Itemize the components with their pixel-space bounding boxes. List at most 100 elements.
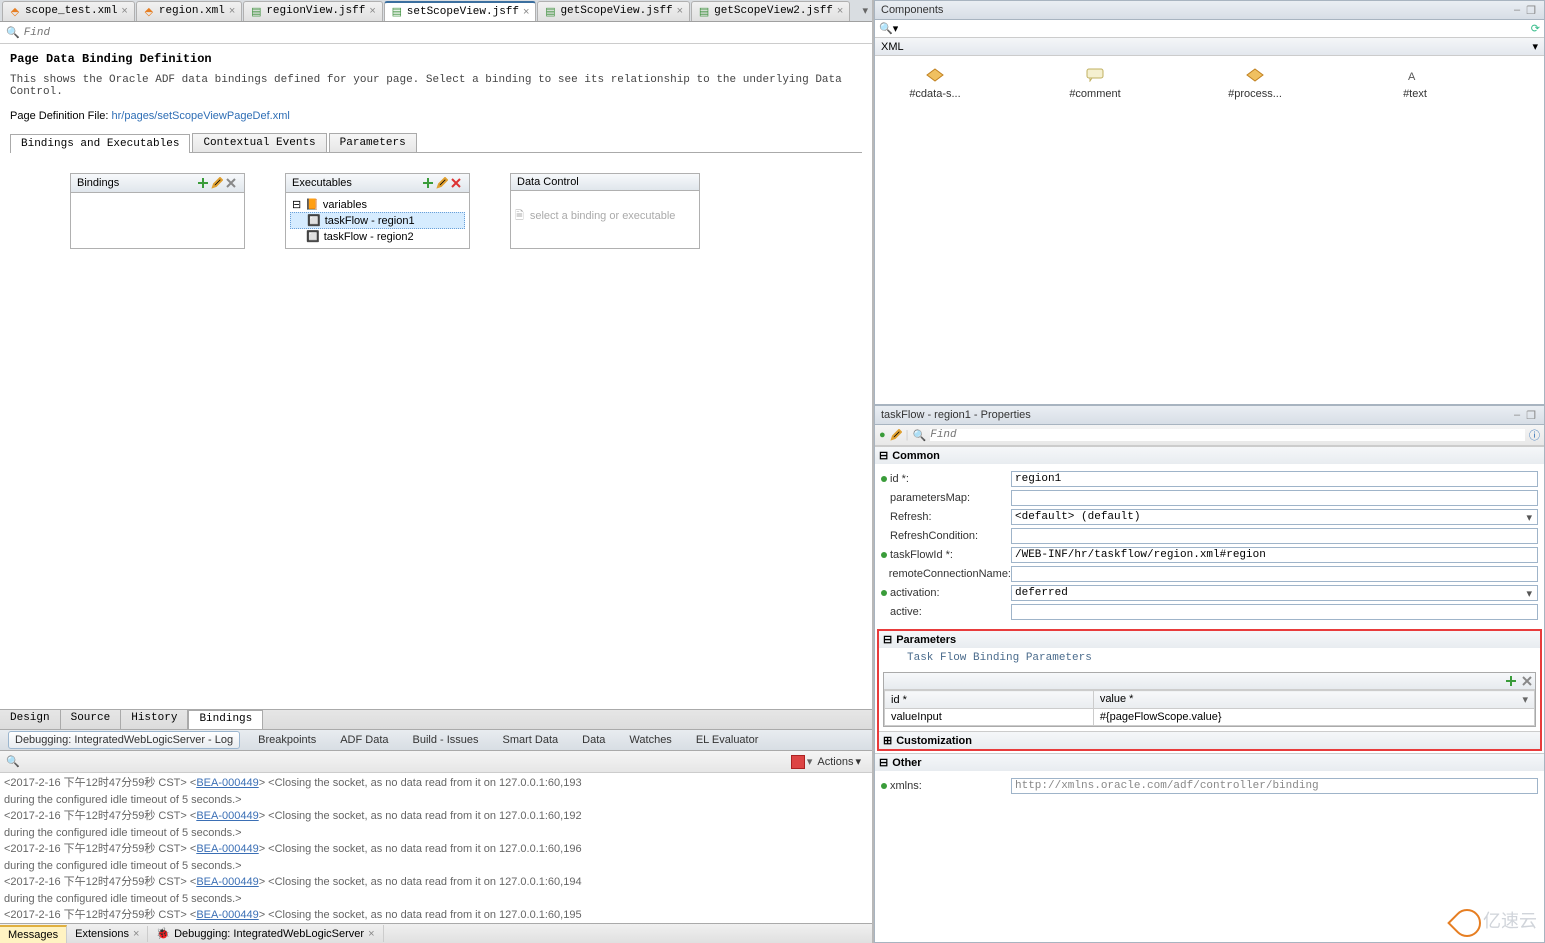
log-code-link[interactable]: BEA-000449 [196,843,258,855]
delete-icon[interactable] [1521,675,1533,687]
restore-icon[interactable]: ❐ [1524,408,1538,422]
find-input[interactable] [24,27,866,39]
log-code-link[interactable]: BEA-000449 [196,876,258,888]
editor-tab[interactable]: ⬘scope_test.xml× [2,1,135,21]
editor-tab[interactable]: ▤getScopeView.jsff× [537,1,690,21]
col-value[interactable]: value *▾ [1093,691,1534,709]
bottom-tab[interactable]: History [121,710,188,729]
param-id[interactable]: valueInput [885,709,1094,726]
component-item[interactable]: #process... [1215,66,1295,394]
inner-tabs: Bindings and ExecutablesContextual Event… [10,133,862,153]
inner-tab[interactable]: Parameters [329,133,417,152]
close-icon[interactable]: × [837,5,843,17]
tab-list-icon[interactable]: ▾ [862,4,868,17]
component-item[interactable]: #comment [1055,66,1135,394]
minimize-icon[interactable]: – [1510,408,1524,422]
bottom-tab[interactable]: Bindings [188,710,263,729]
bottom-tab[interactable]: Design [0,710,61,729]
debug-tab[interactable]: Build - Issues [407,732,485,748]
editor-tab[interactable]: ⬘region.xml× [136,1,242,21]
executable-item[interactable]: 🔲taskFlow - region1 [290,212,465,229]
pmap-field[interactable] [1011,490,1538,506]
component-item[interactable]: #cdata-s... [895,66,975,394]
parameters-table[interactable]: id * value *▾ valueInput#{pageFlowScope.… [884,690,1535,726]
status-tab[interactable]: Messages [0,925,67,943]
active-field[interactable] [1011,604,1538,620]
edit-icon[interactable] [210,176,224,190]
data-control-panel: Data Control 🗎 select a binding or execu… [510,173,700,249]
section-customization[interactable]: ⊞Customization [879,731,1540,749]
bindings-panel: Bindings [70,173,245,249]
close-icon[interactable]: × [229,5,235,17]
table-row[interactable]: valueInput#{pageFlowScope.value} [885,709,1535,726]
tree-toggle-icon[interactable]: ⊟ [292,198,301,211]
rcn-label: remoteConnectionName: [889,568,1011,580]
close-icon[interactable]: × [368,928,374,940]
inner-tab[interactable]: Contextual Events [192,133,326,152]
actions-menu[interactable]: Actions ▾ [812,753,866,770]
components-category[interactable]: XML [881,41,904,53]
debug-tab[interactable]: EL Evaluator [690,732,765,748]
close-icon[interactable]: × [523,6,529,18]
log-code-link[interactable]: BEA-000449 [196,810,258,822]
param-value[interactable]: #{pageFlowScope.value} [1093,709,1534,726]
executable-item[interactable]: 🔲taskFlow - region2 [290,229,465,244]
log-code-link[interactable]: BEA-000449 [196,909,258,921]
xmlns-field[interactable] [1011,778,1538,794]
section-common[interactable]: ⊟Common [875,447,1544,464]
log-code-link[interactable]: BEA-000449 [196,777,258,789]
log-search-input[interactable] [20,756,783,768]
page-def-link[interactable]: hr/pages/setScopeViewPageDef.xml [112,110,290,122]
item-label: taskFlow - region1 [325,215,415,227]
chevron-down-icon[interactable]: ▾ [1532,40,1538,53]
close-icon[interactable]: × [133,928,139,940]
refresh-select[interactable] [1011,509,1538,525]
rcond-field[interactable] [1011,528,1538,544]
rcn-field[interactable] [1011,566,1538,582]
section-parameters[interactable]: ⊟Parameters [879,631,1540,648]
components-search[interactable] [898,23,1531,35]
debug-tab[interactable]: Data [576,732,611,748]
add-icon[interactable] [421,176,435,190]
status-tab[interactable]: 🐞Debugging: IntegratedWebLogicServer× [148,925,383,942]
debug-tab[interactable]: Watches [623,732,677,748]
close-icon[interactable]: × [121,5,127,17]
chevron-down-icon[interactable]: ▾ [1522,693,1528,706]
section-other[interactable]: ⊟Other [875,754,1544,771]
close-icon[interactable]: × [369,5,375,17]
delete-icon[interactable] [449,176,463,190]
component-item[interactable]: A#text [1375,66,1455,394]
bottom-tab[interactable]: Source [61,710,122,729]
restore-icon[interactable]: ❐ [1524,3,1538,17]
component-label: #text [1403,88,1427,100]
debug-tab[interactable]: Breakpoints [252,732,322,748]
log-output[interactable]: <2017-2-16 下午12时47分59秒 CST> <BEA-000449>… [0,773,872,923]
debug-tab[interactable]: Smart Data [497,732,565,748]
close-icon[interactable]: × [677,5,683,17]
tfid-field[interactable] [1011,547,1538,563]
editor-tab[interactable]: ▤regionView.jsff× [243,1,382,21]
executable-item[interactable]: ⊟📙variables [290,197,465,212]
debug-tab[interactable]: Debugging: IntegratedWebLogicServer - Lo… [8,731,240,749]
id-field[interactable] [1011,471,1538,487]
help-icon[interactable]: ⓘ [1529,427,1540,443]
activation-select[interactable] [1011,585,1538,601]
delete-icon[interactable] [224,176,238,190]
inner-tab[interactable]: Bindings and Executables [10,134,190,153]
collapse-icon: ⊟ [879,756,888,769]
properties-find[interactable] [930,429,1525,441]
editor-tab[interactable]: ▤getScopeView2.jsff× [691,1,850,21]
edit-icon[interactable] [890,429,902,441]
minimize-icon[interactable]: – [1510,3,1524,17]
stop-icon[interactable] [791,755,805,769]
status-tab[interactable]: Extensions× [67,926,148,942]
debug-tab[interactable]: ADF Data [334,732,394,748]
status-tab-label: Debugging: IntegratedWebLogicServer [174,928,364,940]
add-icon[interactable] [196,176,210,190]
add-icon[interactable] [1505,675,1517,687]
col-id[interactable]: id * [885,691,1094,709]
edit-icon[interactable] [435,176,449,190]
refresh-icon[interactable]: ⟳ [1531,22,1540,35]
page-description: This shows the Oracle ADF data bindings … [10,74,862,98]
editor-tab[interactable]: ▤setScopeView.jsff× [384,1,537,21]
